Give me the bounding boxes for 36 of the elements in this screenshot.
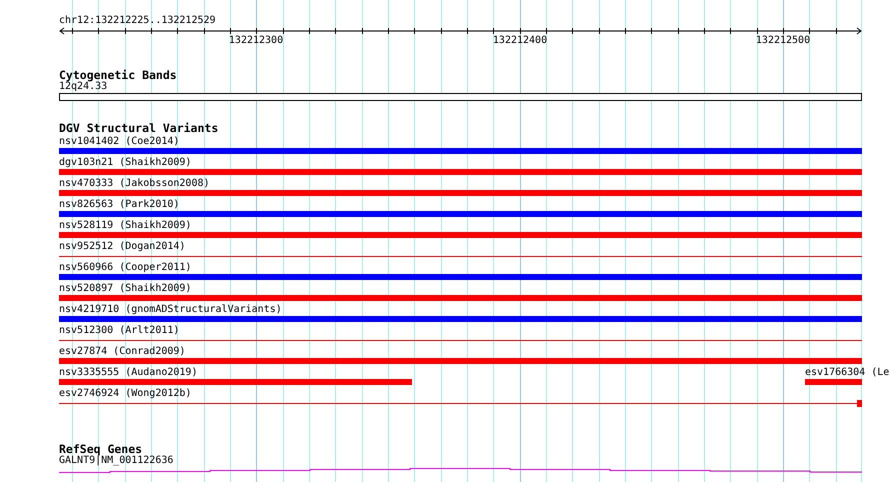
- feature-bar[interactable]: [59, 148, 862, 154]
- feature-label: esv27874 (Conrad2009): [59, 345, 186, 357]
- feature-label: dgv103n21 (Shaikh2009): [59, 156, 192, 168]
- feature-bar[interactable]: [59, 274, 862, 280]
- feature-bar[interactable]: [59, 190, 862, 196]
- feature-bar[interactable]: [59, 169, 862, 175]
- feature-label: nsv1041402 (Coe2014): [59, 135, 180, 147]
- feature-label: nsv520897 (Shaikh2009): [59, 282, 192, 294]
- feature-line[interactable]: [59, 400, 862, 406]
- gene-line[interactable]: [59, 468, 862, 473]
- feature-label: nsv4219710 (gnomADStructuralVariants): [59, 303, 283, 315]
- tick-label: 132212400: [492, 35, 548, 46]
- feature-label: nsv560966 (Cooper2011): [59, 261, 192, 273]
- tick-label: 132212500: [756, 35, 810, 46]
- location-label: chr12:132212225..132212529: [59, 15, 217, 27]
- track-title: Cytogenetic Bands: [59, 69, 178, 81]
- feature-label: nsv512300 (Arlt2011): [59, 324, 180, 336]
- feature-label: nsv470333 (Jakobsson2008): [59, 177, 211, 189]
- feature-label: nsv952512 (Dogan2014): [59, 240, 186, 252]
- feature-bar[interactable]: [59, 379, 412, 385]
- feature-label: nsv826563 (Park2010): [59, 198, 180, 210]
- tick-label: 132212300: [228, 35, 284, 46]
- band-label: 12q24.33: [59, 81, 108, 92]
- feature-bar[interactable]: [59, 295, 862, 301]
- track-title: DGV Structural Variants: [59, 122, 220, 134]
- feature-bar[interactable]: [59, 211, 862, 217]
- feature-bar[interactable]: [59, 316, 862, 322]
- feature-bar[interactable]: [59, 232, 862, 238]
- feature-label: nsv528119 (Shaikh2009): [59, 219, 192, 231]
- feature-label: esv1766304 (Le: [805, 366, 890, 378]
- track-title: RefSeq Genes: [59, 443, 142, 455]
- feature-bar[interactable]: [805, 379, 862, 385]
- feature-label: esv2746924 (Wong2012b): [59, 387, 192, 399]
- feature-label: nsv3335555 (Audano2019): [59, 366, 198, 378]
- gene-label: GALNT9|NM_001122636: [59, 455, 174, 466]
- feature-bar[interactable]: [59, 358, 862, 364]
